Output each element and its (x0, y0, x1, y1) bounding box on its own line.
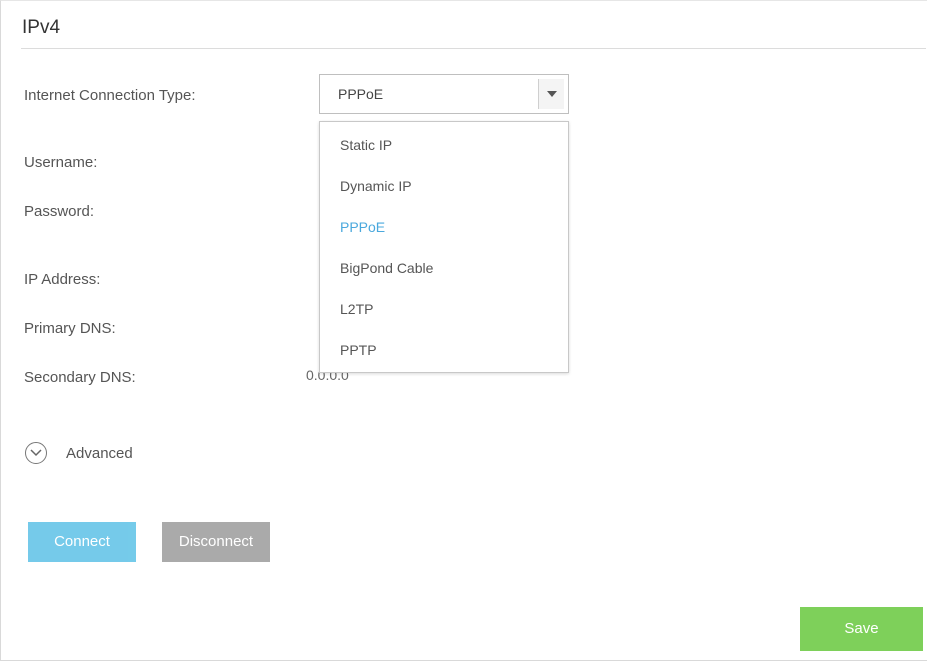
save-button[interactable]: Save (800, 607, 923, 651)
triangle-down-icon (547, 91, 557, 97)
dropdown-option-bigpond-cable[interactable]: BigPond Cable (340, 260, 433, 276)
connection-type-value: PPPoE (338, 86, 384, 102)
ip-address-label: IP Address: (24, 271, 101, 288)
disconnect-button[interactable]: Disconnect (162, 522, 270, 562)
advanced-label: Advanced (66, 445, 133, 462)
password-label: Password: (24, 203, 95, 220)
connection-type-dropdown-menu: Static IP Dynamic IP PPPoE BigPond Cable… (319, 121, 569, 373)
connect-button[interactable]: Connect (28, 522, 136, 562)
connection-type-select[interactable]: PPPoE (319, 74, 569, 114)
chevron-down-circle-icon (25, 442, 47, 464)
title-divider (21, 48, 926, 49)
dropdown-option-l2tp[interactable]: L2TP (340, 301, 373, 317)
ipv4-settings-panel: IPv4 Internet Connection Type: PPPoE Use… (0, 0, 927, 661)
secondary-dns-label: Secondary DNS: (24, 369, 136, 386)
dropdown-option-pptp[interactable]: PPTP (340, 342, 377, 358)
primary-dns-label: Primary DNS: (24, 320, 116, 337)
connection-type-label: Internet Connection Type: (24, 87, 196, 104)
dropdown-option-pppoe[interactable]: PPPoE (340, 219, 385, 235)
dropdown-arrow-button[interactable] (538, 79, 564, 109)
dropdown-option-static-ip[interactable]: Static IP (340, 137, 392, 153)
section-title: IPv4 (22, 17, 61, 38)
username-label: Username: (24, 154, 98, 171)
dropdown-option-dynamic-ip[interactable]: Dynamic IP (340, 178, 412, 194)
